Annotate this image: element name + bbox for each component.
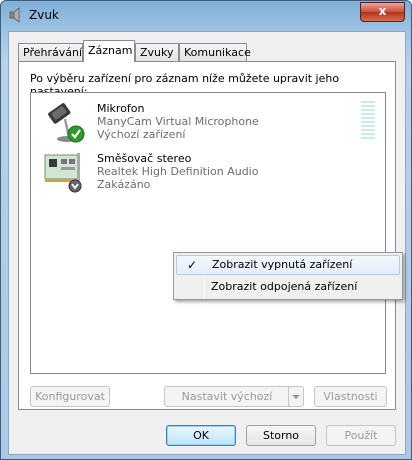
device-driver: Realtek High Definition Audio — [97, 165, 259, 178]
apply-button[interactable]: Použít — [326, 425, 396, 446]
dialog-client-area: Přehrávání Záznam Zvuky Komunikace Po vý… — [8, 31, 406, 455]
device-name: Mikrofon — [97, 102, 145, 115]
cancel-button[interactable]: Storno — [246, 425, 316, 446]
chevron-down-icon[interactable] — [288, 387, 303, 406]
level-meter — [361, 101, 375, 141]
speaker-icon — [9, 7, 20, 23]
tab-recording[interactable]: Záznam — [83, 40, 135, 62]
device-item-stereo-mix[interactable]: Směšovač stereo Realtek High Definition … — [33, 149, 383, 197]
tab-communications[interactable]: Komunikace — [179, 43, 251, 61]
device-driver: ManyCam Virtual Microphone — [97, 115, 259, 128]
device-name: Směšovač stereo — [97, 152, 192, 165]
sound-dialog-window: Zvuk x Přehrávání Záznam Zvuky Komunikac… — [0, 0, 412, 460]
set-default-label: Nastavit výchozí — [181, 390, 273, 403]
context-menu: ✓ Zobrazit vypnutá zařízení Zobrazit odp… — [173, 252, 403, 300]
menu-item-show-disconnected[interactable]: Zobrazit odpojená zařízení — [176, 277, 400, 297]
microphone-icon — [48, 103, 85, 143]
ok-button[interactable]: OK — [166, 425, 236, 446]
close-icon: x — [378, 4, 387, 18]
menu-item-show-disabled[interactable]: ✓ Zobrazit vypnutá zařízení — [176, 255, 400, 275]
configure-button[interactable]: Konfigurovat — [30, 386, 110, 407]
set-default-button[interactable]: Nastavit výchozí — [164, 386, 304, 407]
close-button[interactable]: x — [360, 2, 405, 22]
sound-card-icon — [44, 153, 82, 193]
device-state: Zakázáno — [97, 178, 151, 191]
recording-panel: Po výběru zařízení pro záznam níže můžet… — [18, 61, 396, 410]
checkmark-icon: ✓ — [187, 258, 198, 272]
tab-sounds[interactable]: Zvuky — [135, 43, 179, 61]
disabled-arrow-badge — [68, 179, 82, 193]
device-list[interactable]: Mikrofon ManyCam Virtual Microphone Vých… — [30, 92, 386, 374]
menu-item-label: Zobrazit odpojená zařízení — [211, 280, 358, 293]
menu-item-label: Zobrazit vypnutá zařízení — [212, 258, 353, 271]
device-item-microphone[interactable]: Mikrofon ManyCam Virtual Microphone Vých… — [33, 99, 383, 147]
window-title: Zvuk — [29, 8, 59, 22]
device-state: Výchozí zařízení — [97, 128, 186, 141]
tab-playback[interactable]: Přehrávání — [18, 43, 83, 61]
title-bar[interactable]: Zvuk x — [1, 1, 411, 31]
properties-button[interactable]: Vlastnosti — [314, 386, 387, 407]
